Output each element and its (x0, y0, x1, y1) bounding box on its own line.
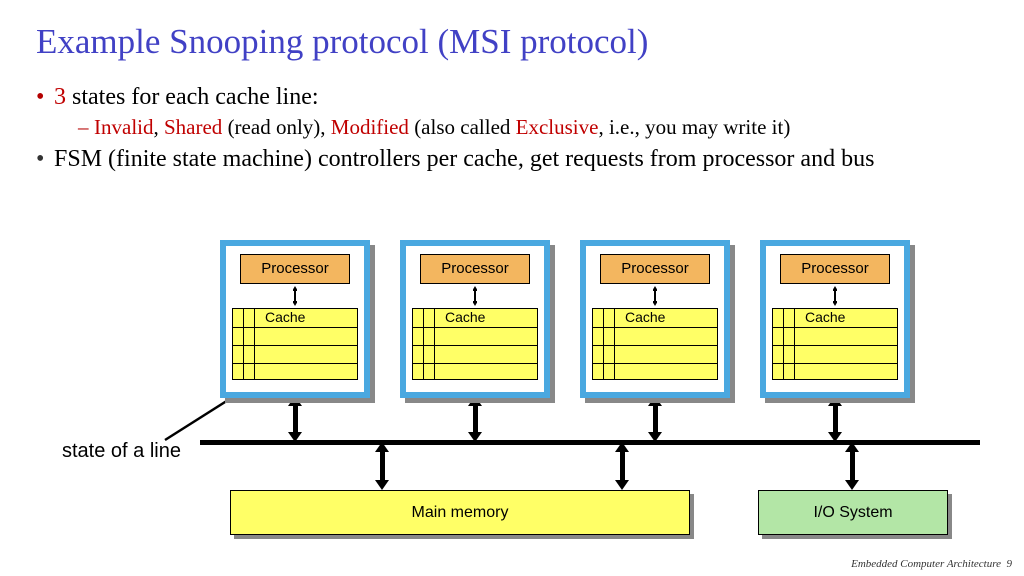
io-system-box: I/O System (758, 490, 948, 535)
cache-row-line (593, 345, 717, 346)
cache-state-column (593, 309, 615, 379)
cache-row-line (233, 363, 357, 364)
processor-label: Processor (780, 254, 890, 284)
processor-label: Processor (420, 254, 530, 284)
proc-cache-arrow-icon (473, 286, 477, 306)
io-connector-icon (850, 450, 855, 482)
processor-module: Processor Cache (400, 240, 550, 398)
cache-state-column (233, 309, 255, 379)
footer-page: 9 (1007, 558, 1013, 570)
slide-footer: Embedded Computer Architecture 9 (851, 558, 1012, 570)
cache-row-line (593, 363, 717, 364)
cache-row-line (233, 345, 357, 346)
processor-module: Processor Cache (220, 240, 370, 398)
cache-label: Cache (805, 309, 845, 325)
cache-label: Cache (445, 309, 485, 325)
footer-text: Embedded Computer Architecture (851, 558, 1001, 570)
cache-row-line (773, 327, 897, 328)
cache-row-line (413, 345, 537, 346)
cache-col-divider (243, 309, 244, 379)
cache-label: Cache (625, 309, 665, 325)
system-bus (200, 440, 980, 445)
cache-state-column (413, 309, 435, 379)
proc-cache-arrow-icon (653, 286, 657, 306)
cache-col-divider (603, 309, 604, 379)
cache-row-line (773, 363, 897, 364)
processor-label: Processor (600, 254, 710, 284)
processor-label: Processor (240, 254, 350, 284)
cache-col-divider (783, 309, 784, 379)
architecture-diagram: Main memory I/O System state of a line P… (0, 0, 1024, 576)
cache-col-divider (423, 309, 424, 379)
cache-box: Cache (592, 308, 718, 380)
cache-row-line (593, 327, 717, 328)
processor-module: Processor Cache (580, 240, 730, 398)
cache-row-line (233, 327, 357, 328)
cache-box: Cache (772, 308, 898, 380)
cache-box: Cache (232, 308, 358, 380)
bus-connector-icon (833, 404, 838, 434)
cache-row-line (413, 327, 537, 328)
bus-connector-icon (653, 404, 658, 434)
cache-state-column (773, 309, 795, 379)
proc-cache-arrow-icon (293, 286, 297, 306)
mem-connector-icon (380, 450, 385, 482)
bus-connector-icon (473, 404, 478, 434)
cache-box: Cache (412, 308, 538, 380)
mem-connector-icon (620, 450, 625, 482)
cache-label: Cache (265, 309, 305, 325)
cache-row-line (773, 345, 897, 346)
main-memory-box: Main memory (230, 490, 690, 535)
proc-cache-arrow-icon (833, 286, 837, 306)
processor-module: Processor Cache (760, 240, 910, 398)
bus-connector-icon (293, 404, 298, 434)
cache-row-line (413, 363, 537, 364)
